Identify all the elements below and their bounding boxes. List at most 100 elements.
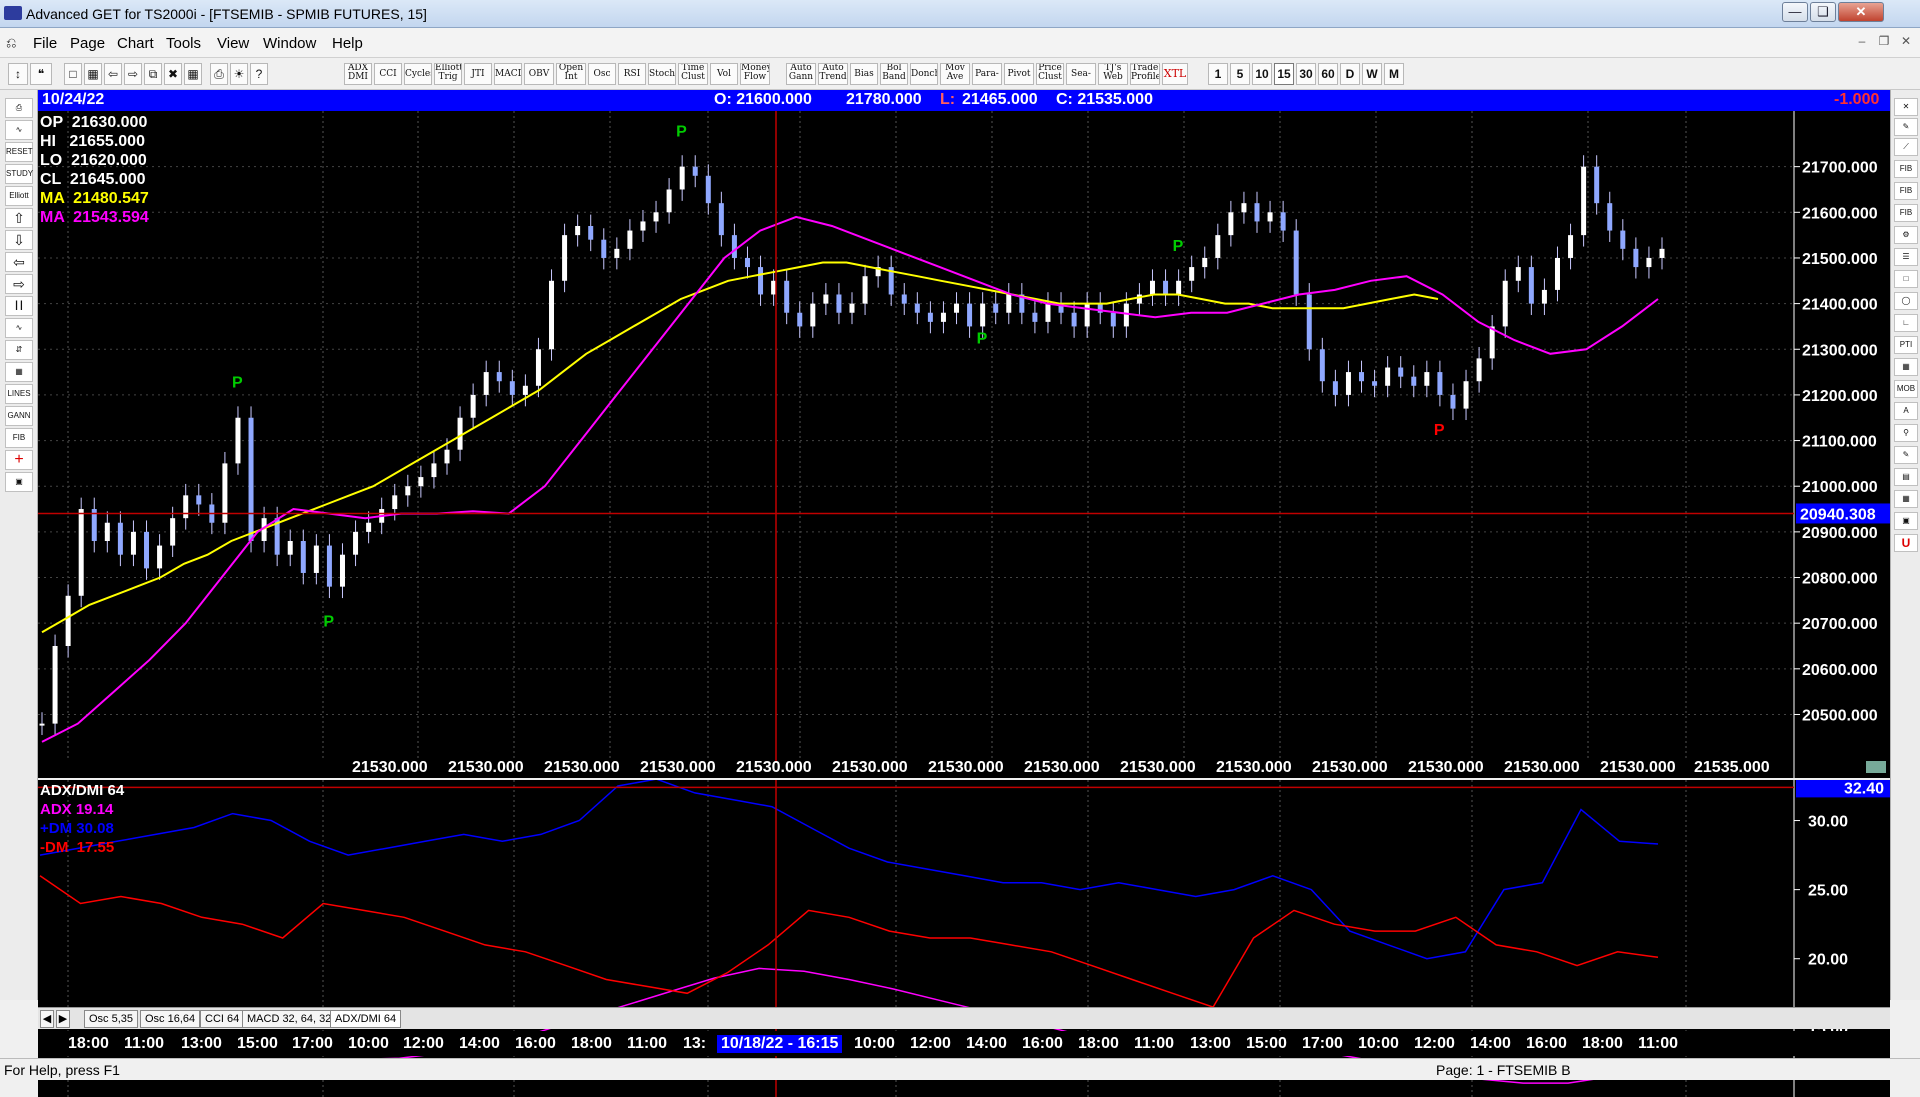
study-button-time-clust[interactable]: Time Clust: [678, 63, 708, 85]
tab-adx-dmi[interactable]: ADX/DMI 64: [330, 1010, 402, 1028]
study-button-trade-profile[interactable]: Trade Profile: [1130, 63, 1160, 85]
study-button-cci[interactable]: CCI: [374, 63, 402, 85]
ellipse-icon[interactable]: ◯: [1894, 292, 1918, 310]
fib-icon[interactable]: FIB: [5, 428, 33, 448]
study-button-sea-sonals[interactable]: Sea-sonals: [1066, 63, 1096, 85]
book-icon[interactable]: ▦: [1894, 490, 1918, 508]
study-button-open-int[interactable]: Open Int: [556, 63, 586, 85]
quote-icon[interactable]: ❝: [30, 63, 52, 85]
channel-icon[interactable]: ☰: [1894, 248, 1918, 266]
gann-icon[interactable]: GANN: [5, 406, 33, 426]
menu-view[interactable]: View: [217, 35, 249, 52]
ruler-icon[interactable]: ∟: [1894, 314, 1918, 332]
zigzag-icon[interactable]: ∿: [5, 120, 33, 140]
brush-icon[interactable]: ✎: [1894, 446, 1918, 464]
delete-icon[interactable]: ✖: [164, 63, 182, 85]
study-icon[interactable]: STUDY: [5, 164, 33, 184]
arrow-right-icon[interactable]: ⇨: [5, 274, 33, 294]
study-button-para-bolic[interactable]: Para-bolic: [972, 63, 1002, 85]
study-button-rsi[interactable]: RSI: [618, 63, 646, 85]
minimize-button[interactable]: —: [1782, 2, 1808, 22]
zoom-icon[interactable]: ⚲: [1894, 424, 1918, 442]
scale-icon[interactable]: ⇵: [5, 340, 33, 360]
fib-time-icon[interactable]: FIB: [1894, 204, 1918, 222]
tab-macd[interactable]: MACD 32, 64, 32: [242, 1010, 337, 1028]
mdi-close-icon[interactable]: ✕: [1896, 34, 1916, 52]
pti-icon[interactable]: PTI: [1894, 336, 1918, 354]
study-button-price-clust[interactable]: Price Clust: [1036, 63, 1064, 85]
price-chart-svg[interactable]: 21700.000 21600.000 21500.000 21400.000 2130…: [38, 111, 1890, 778]
study-button-auto-gann[interactable]: Auto Gann: [786, 63, 816, 85]
study-button-adx-dmi[interactable]: ADX DMI: [344, 63, 372, 85]
study-button-auto-trend[interactable]: Auto Trend: [818, 63, 848, 85]
forward-icon[interactable]: ⇨: [124, 63, 142, 85]
bars-icon[interactable]: ┃┃: [5, 296, 33, 316]
arrow-left-icon[interactable]: ⇦: [5, 252, 33, 272]
mdi-restore-icon[interactable]: ❐: [1874, 34, 1894, 52]
fib-ext-icon[interactable]: FIB: [1894, 182, 1918, 200]
lines-icon[interactable]: LINES: [5, 384, 33, 404]
study-button-xtl[interactable]: XTL: [1162, 63, 1188, 85]
menu-page[interactable]: Page: [70, 35, 105, 52]
study-button-jti[interactable]: JTI: [464, 63, 492, 85]
menu-tools[interactable]: Tools: [166, 35, 201, 52]
reset-icon[interactable]: RESET: [5, 142, 33, 162]
table-icon[interactable]: ▦: [5, 362, 33, 382]
help-icon[interactable]: ?: [250, 63, 268, 85]
tab-cci-64[interactable]: CCI 64: [200, 1010, 245, 1028]
tab-osc-16-64[interactable]: Osc 16,64: [140, 1010, 201, 1028]
grid-icon[interactable]: ▦: [184, 63, 202, 85]
tab-scroll-right-icon[interactable]: ▶: [56, 1010, 70, 1028]
cursor-tool-icon[interactable]: ↕: [8, 63, 28, 85]
period-button-5[interactable]: 5: [1230, 63, 1250, 85]
line-tool-icon[interactable]: ⟋: [1894, 138, 1918, 156]
close-button[interactable]: ✕: [1838, 2, 1884, 22]
study-button-stoch[interactable]: Stoch: [648, 63, 676, 85]
study-button-cycles[interactable]: Cycles: [404, 63, 432, 85]
fib-ret-icon[interactable]: FIB: [1894, 160, 1918, 178]
arrow-down-icon[interactable]: ⇩: [5, 230, 33, 250]
open-icon[interactable]: ▦: [84, 63, 102, 85]
study-button-bol-band[interactable]: Bol Band: [880, 63, 908, 85]
period-button-d[interactable]: D: [1340, 63, 1360, 85]
bulb-icon[interactable]: ☀: [230, 63, 248, 85]
wave-icon[interactable]: ∿: [5, 318, 33, 338]
mob-icon[interactable]: MOB: [1894, 380, 1918, 398]
study-button-money-flow[interactable]: Money Flow: [740, 63, 770, 85]
study-button-bias[interactable]: Bias: [850, 63, 878, 85]
camera-tool-icon[interactable]: ▣: [1894, 512, 1918, 530]
period-button-10[interactable]: 10: [1252, 63, 1272, 85]
period-button-30[interactable]: 30: [1296, 63, 1316, 85]
maximize-button[interactable]: ❑: [1810, 2, 1836, 22]
menu-window[interactable]: Window: [263, 35, 316, 52]
document-icon[interactable]: ⎌: [6, 35, 16, 51]
print-icon[interactable]: ⎙: [210, 63, 228, 85]
back-icon[interactable]: ⇦: [104, 63, 122, 85]
study-button-pivot[interactable]: Pivot: [1004, 63, 1034, 85]
pencil-icon[interactable]: ✎: [1894, 118, 1918, 136]
calc-icon[interactable]: ▤: [1894, 468, 1918, 486]
mdi-minimize-icon[interactable]: –: [1852, 34, 1872, 52]
text-tool-icon[interactable]: A: [1894, 402, 1918, 420]
magnet-icon[interactable]: U: [1894, 534, 1918, 552]
print-chart-icon[interactable]: ⎙: [5, 98, 33, 118]
new-icon[interactable]: □: [64, 63, 82, 85]
period-button-15[interactable]: 15: [1274, 63, 1294, 85]
copy-icon[interactable]: ⧉: [144, 63, 162, 85]
period-button-m[interactable]: M: [1384, 63, 1404, 85]
study-button-tj-s-web[interactable]: TJ's Web: [1098, 63, 1128, 85]
menu-chart[interactable]: Chart: [117, 35, 154, 52]
study-button-vol[interactable]: Vol: [710, 63, 738, 85]
spiral-icon[interactable]: ⚙: [1894, 226, 1918, 244]
menu-help[interactable]: Help: [332, 35, 363, 52]
tab-scroll-left-icon[interactable]: ◀: [40, 1010, 54, 1028]
crosshair-icon[interactable]: +: [5, 450, 33, 470]
box-icon[interactable]: □: [1894, 270, 1918, 288]
study-button-macd[interactable]: MACD: [494, 63, 522, 85]
cross-icon[interactable]: ✕: [1894, 98, 1918, 116]
study-button-osc[interactable]: Osc: [588, 63, 616, 85]
camera-icon[interactable]: ▣: [5, 472, 33, 492]
grid-tool-icon[interactable]: ▦: [1894, 358, 1918, 376]
study-button-elliott-trig[interactable]: Elliott Trig: [434, 63, 462, 85]
study-button-mov-ave[interactable]: Mov Ave: [940, 63, 970, 85]
